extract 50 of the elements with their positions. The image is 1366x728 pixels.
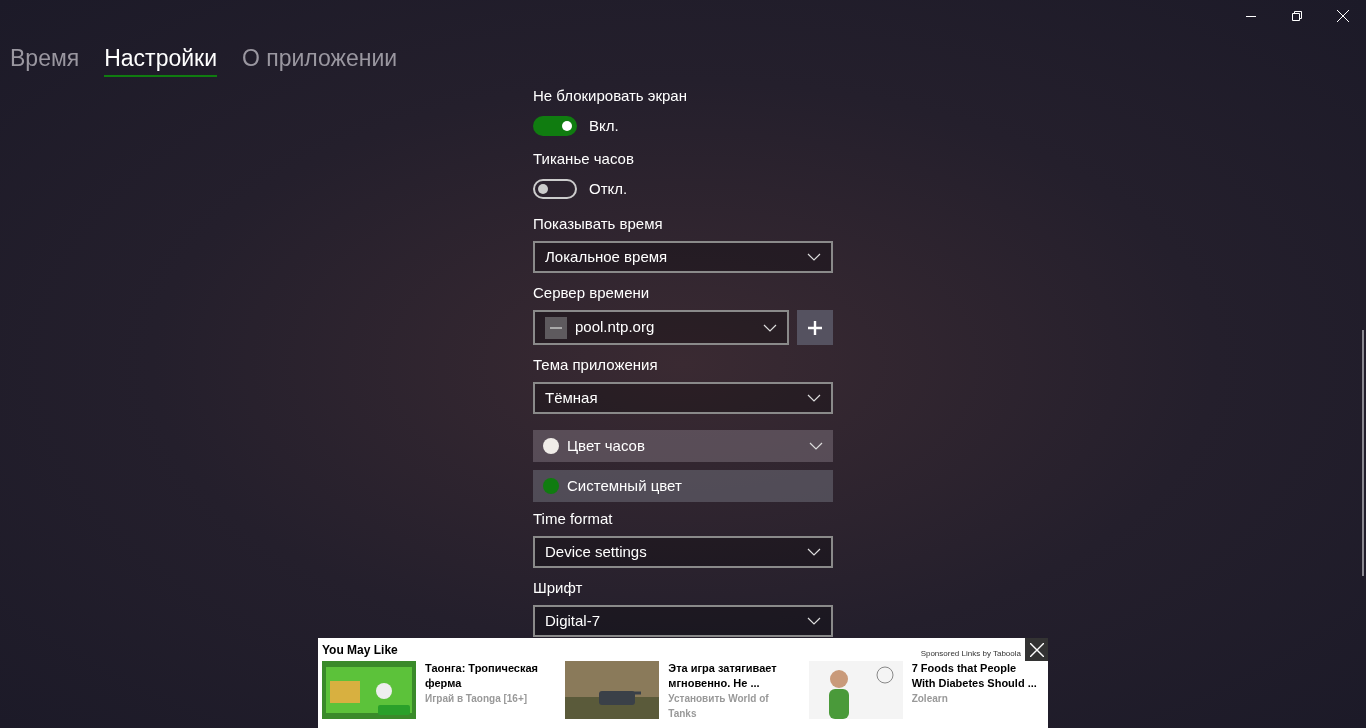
chevron-down-icon [807,394,821,402]
ad-item-source: Установить World of Tanks [668,692,770,721]
ad-item[interactable]: 7 Foods that People With Diabetes Should ... Zolearn [808,661,1048,721]
ad-item-title: Эта игра затягивает мгновенно. Не ... [668,661,778,691]
chevron-down-icon [807,253,821,261]
setting-label: Time format [533,509,614,529]
tab[interactable]: Настройки [104,44,217,77]
ad-item[interactable]: Таонга: Тропическая ферма Играй в Taonga [16+] [322,661,562,721]
setting-label: Сервер времени [533,283,651,303]
chevron-down-icon [807,548,821,556]
dropdown[interactable]: Тёмная [533,382,833,414]
ad-item[interactable]: Эта игра затягивает мгновенно. Не ... Установить World of Tanks [565,661,805,721]
ad-item-title: Таонга: Тропическая ферма [425,661,539,691]
setting-label: Тема приложения [533,355,659,375]
close-icon [1029,642,1044,657]
dropdown[interactable]: Локальное время [533,241,833,273]
chevron-down-icon [809,442,823,450]
setting-label: Шрифт [533,578,584,598]
ad-item-source: Играй в Taonga [16+] [425,692,529,706]
tab[interactable]: Время [10,44,80,77]
toggle-switch[interactable] [533,178,577,199]
scrollbar[interactable] [1362,330,1364,576]
ad-title: You May Like [321,642,398,659]
color-label: Цвет часов [567,435,645,456]
dropdown[interactable]: pool.ntp.org [533,310,789,345]
restore-icon [1292,11,1302,21]
color-label: Системный цвет [567,475,682,496]
close-button[interactable] [1025,638,1048,661]
toggle-state-text: Откл. [589,178,628,199]
chevron-down-icon [807,617,821,625]
setting-label: Тиканье часов [533,148,635,169]
add-button[interactable] [797,310,833,345]
setting-label: Не блокировать экран [533,86,688,106]
dropdown[interactable]: Device settings [533,536,833,568]
sponsor-text: Sponsored Links by Taboola [920,648,1021,660]
remove-button[interactable] [545,316,567,339]
dropdown[interactable]: Digital-7 [533,605,833,637]
color-option[interactable]: Системный цвет [533,470,833,502]
server-name: pool.ntp.org [575,317,656,338]
toggle-state-text: Вкл. [589,116,619,136]
close-icon [1337,10,1349,22]
toggle-switch[interactable] [533,116,577,137]
setting-label: Показывать время [533,214,664,234]
chevron-down-icon [763,323,777,332]
minimize-icon [1246,15,1256,17]
ad-item-title: 7 Foods that People With Diabetes Should ... [911,661,1038,691]
ad-item-source: Zolearn [911,692,949,706]
plus-icon [807,319,823,336]
tab[interactable]: О приложении [242,44,398,77]
color-dropdown[interactable]: Цвет часов [533,430,833,462]
